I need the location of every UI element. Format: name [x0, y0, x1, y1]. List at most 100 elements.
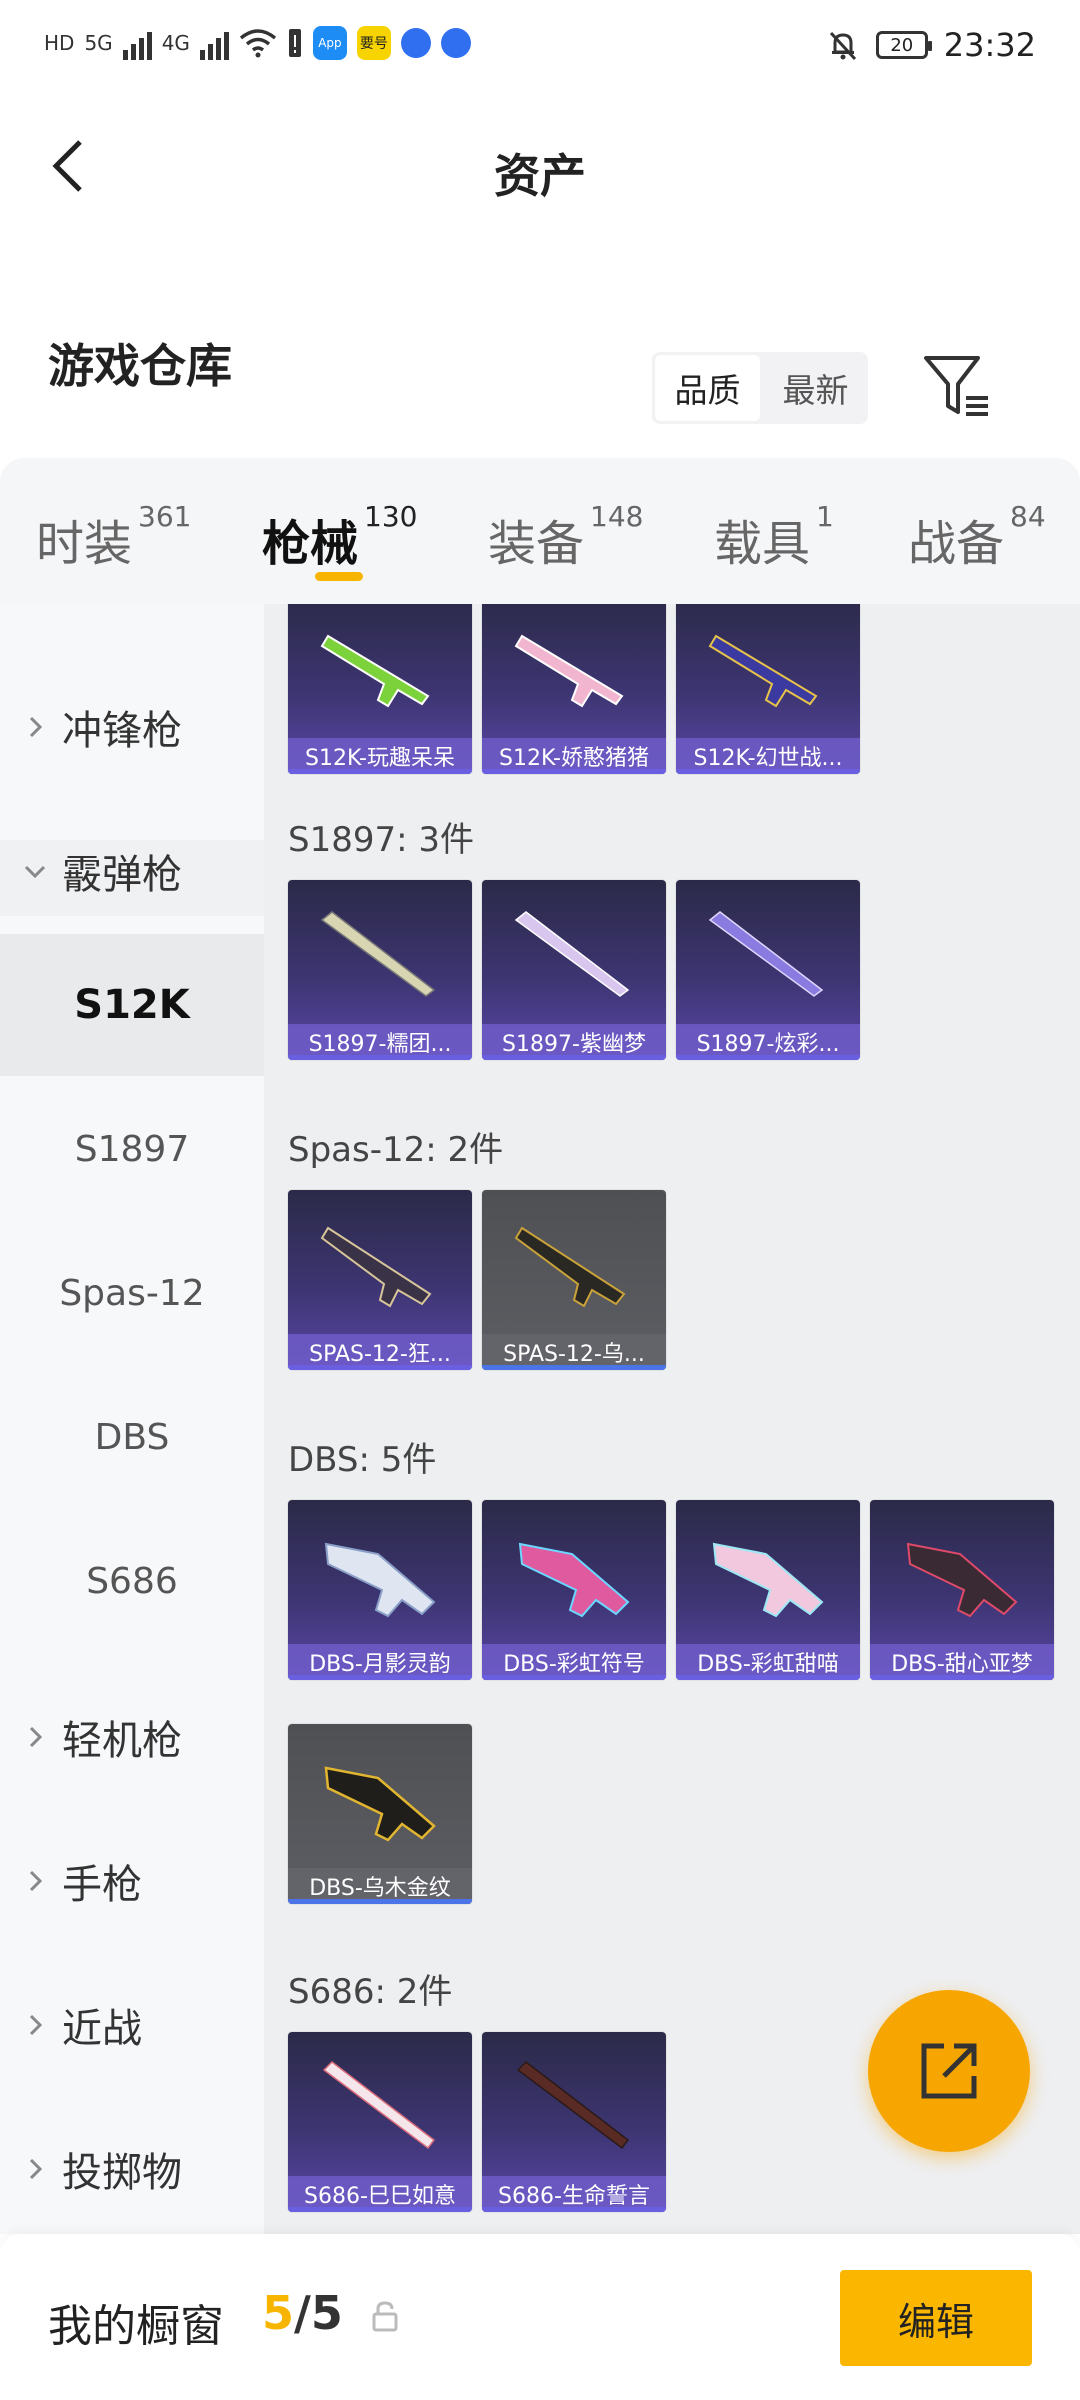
count-separator: / — [294, 2286, 311, 2340]
sort-quality-button[interactable]: 品质 — [655, 355, 760, 421]
shotgun-image — [516, 2061, 630, 2150]
skin-card[interactable]: DBS-彩虹符号 — [482, 1500, 666, 1680]
tab-label: 时装 — [36, 516, 133, 572]
group-label: DBS: 5件 — [288, 1440, 437, 1480]
tab-count: 84 — [1010, 500, 1046, 533]
bell-muted-icon — [829, 31, 856, 61]
wifi-icon — [239, 29, 277, 58]
sort-segmented-control: 品质 最新 — [652, 352, 868, 424]
shotgun-image — [514, 1226, 626, 1308]
sidebar-item-lmg[interactable]: 轻机枪 — [22, 1708, 182, 1766]
shotgun-image — [322, 2061, 436, 2150]
skin-card[interactable]: S1897-紫幽梦 — [482, 880, 666, 1060]
active-tab-indicator — [315, 572, 363, 581]
sidebar-subitem-dbs[interactable]: DBS — [0, 1366, 264, 1508]
shotgun-image — [320, 911, 436, 997]
chevron-right-icon — [29, 2014, 43, 2036]
sidebar-item-melee[interactable]: 近战 — [22, 1996, 142, 2054]
skin-card[interactable]: S686-生命誓言 — [482, 2032, 666, 2212]
shotgun-image — [324, 1766, 436, 1842]
sidebar-item-shotgun[interactable]: 霰弹枪 — [22, 842, 182, 900]
skin-card[interactable]: S1897-炫彩... — [676, 880, 860, 1060]
tab-guns[interactable]: 枪械 130 — [262, 500, 417, 574]
tab-equipment[interactable]: 装备 148 — [488, 500, 643, 574]
sidebar-item-label: 手枪 — [62, 1862, 142, 1908]
sidebar-item-label: 霰弹枪 — [62, 852, 182, 898]
skin-card[interactable]: DBS-乌木金纹 — [288, 1724, 472, 1904]
shotgun-image — [514, 911, 630, 997]
edit-button[interactable]: 编辑 — [840, 2270, 1032, 2366]
sidebar-subitem-s686[interactable]: S686 — [0, 1510, 264, 1652]
chevron-right-icon — [29, 716, 43, 738]
alert-icon — [288, 29, 301, 57]
category-tabs: 时装 361 枪械 130 装备 148 载具 1 战备 84 — [0, 458, 1080, 604]
filter-icon[interactable] — [922, 354, 992, 420]
tab-count: 361 — [138, 500, 192, 533]
skin-card[interactable]: S686-巳巳如意 — [288, 2032, 472, 2212]
tab-fashion[interactable]: 时装 361 — [36, 500, 191, 574]
header: 资产 — [0, 96, 1080, 246]
skin-card[interactable]: S12K-幻世战... — [676, 604, 860, 774]
app-store-icon: App — [312, 26, 347, 60]
bottom-bar: 我的橱窗 5/5 编辑 — [0, 2234, 1080, 2400]
chevron-right-icon — [29, 1870, 43, 1892]
shotgun-image — [324, 1542, 436, 1618]
battery-icon: 20 — [875, 31, 932, 59]
lock-icon — [372, 2301, 398, 2332]
quality-bar — [482, 1055, 666, 1060]
tab-label: 战备 — [908, 516, 1005, 572]
sidebar-item-smg[interactable]: 冲锋枪 — [22, 698, 182, 756]
quality-bar — [482, 2207, 666, 2212]
shotgun-image — [518, 1542, 630, 1618]
skin-card[interactable]: SPAS-12-狂... — [288, 1190, 472, 1370]
signal-icon — [122, 26, 152, 60]
shotgun-image — [320, 634, 430, 708]
sidebar-item-label: 近战 — [62, 2006, 142, 2052]
page-title: 资产 — [494, 149, 586, 203]
group-label: S1897: 3件 — [288, 820, 475, 860]
group-label: Spas-12: 2件 — [288, 1130, 504, 1170]
chevron-right-icon — [29, 2158, 43, 2180]
warehouse-title: 游戏仓库 — [48, 339, 232, 393]
shotgun-image — [712, 1542, 824, 1618]
skin-card[interactable]: DBS-甜心亚梦 — [870, 1500, 1054, 1680]
skin-card[interactable]: S1897-糯团... — [288, 880, 472, 1060]
skin-card[interactable]: DBS-彩虹甜喵 — [676, 1500, 860, 1680]
quality-bar — [676, 769, 860, 774]
showcase-count: 5/5 — [262, 2286, 343, 2340]
shotgun-image — [320, 1226, 432, 1308]
status-right: 20 23:32 — [826, 26, 1036, 64]
quality-bar — [676, 1675, 860, 1680]
skin-card[interactable]: SPAS-12-乌... — [482, 1190, 666, 1370]
chevron-down-icon — [24, 865, 46, 879]
quality-bar — [288, 2207, 472, 2212]
share-export-icon — [921, 2043, 977, 2099]
signal-icon-2 — [199, 26, 229, 60]
sidebar-item-label: 投掷物 — [62, 2150, 182, 2196]
shotgun-image — [708, 911, 824, 997]
quality-bar — [676, 1055, 860, 1060]
sidebar-item-pistol[interactable]: 手枪 — [22, 1852, 142, 1910]
quality-bar — [288, 1899, 472, 1904]
sidebar-item-throwable[interactable]: 投掷物 — [22, 2140, 182, 2198]
sidebar-subitem-s12k[interactable]: S12K — [0, 934, 264, 1076]
tab-label: 载具 — [714, 516, 811, 572]
share-fab[interactable] — [868, 1990, 1030, 2152]
skin-card[interactable]: S12K-娇憨猪猪 — [482, 604, 666, 774]
4g-label: 4G — [161, 31, 190, 55]
tab-label: 装备 — [488, 516, 585, 572]
sort-newest-button[interactable]: 最新 — [763, 352, 868, 424]
tab-gear[interactable]: 战备 84 — [908, 500, 1046, 574]
skin-card[interactable]: S12K-玩趣呆呆 — [288, 604, 472, 774]
showcase-label: 我的橱窗 — [48, 2301, 224, 2352]
sidebar-subitem-s1897[interactable]: S1897 — [0, 1078, 264, 1220]
quality-bar — [288, 1675, 472, 1680]
tab-vehicles[interactable]: 载具 1 — [714, 500, 834, 574]
sidebar: 冲锋枪 霰弹枪 S12K S1897 Spas-12 DBS S686 轻机枪 … — [0, 604, 264, 2234]
clock: 23:32 — [943, 26, 1036, 64]
sidebar-item-label: 冲锋枪 — [62, 708, 182, 754]
quality-bar — [288, 1365, 472, 1370]
skin-card[interactable]: DBS-月影灵韵 — [288, 1500, 472, 1680]
sidebar-subitem-spas12[interactable]: Spas-12 — [0, 1222, 264, 1364]
blue-app-icon — [400, 28, 431, 58]
